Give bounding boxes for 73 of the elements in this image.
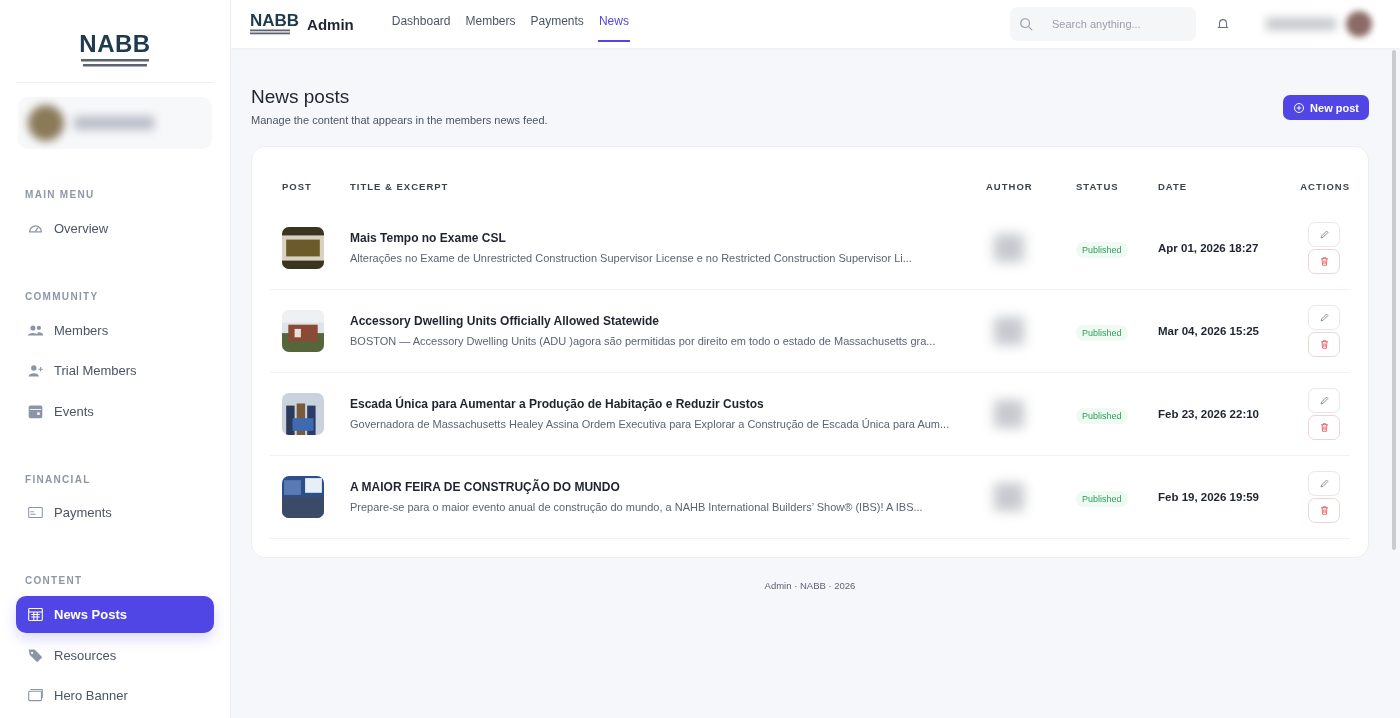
delete-button[interactable]: [1308, 415, 1340, 440]
sidebar-item[interactable]: Overview: [16, 210, 214, 247]
section-heading: CONTENT: [25, 575, 84, 587]
trash-icon: [1318, 505, 1330, 516]
logo-caption-drawing: [80, 58, 150, 68]
status-badge: Published: [1076, 325, 1128, 341]
search-field[interactable]: Search anything...: [1010, 7, 1196, 41]
post-date: Apr 01, 2026 18:27: [1158, 241, 1260, 256]
footer-text: Admin · NABB · 2026: [763, 580, 857, 591]
post-date: Feb 19, 2026 19:59: [1158, 490, 1260, 505]
column-header: TITLE & EXCERPT: [349, 179, 450, 194]
new-post-button[interactable]: New post: [1283, 95, 1369, 120]
nav-tab[interactable]: Payments: [529, 2, 585, 42]
search-icon: [1019, 17, 1033, 31]
post-date: Feb 23, 2026 22:10: [1158, 407, 1260, 422]
sidebar-item[interactable]: Payments: [16, 494, 214, 532]
delete-button[interactable]: [1308, 332, 1340, 357]
pencil-icon: [1318, 312, 1330, 323]
post-title: Accessory Dwelling Units Officially Allowed Statewide: [350, 313, 660, 328]
blurred-author: [994, 400, 1024, 428]
edit-button[interactable]: [1308, 471, 1340, 496]
app-name: Admin: [307, 15, 354, 33]
post-excerpt: Alterações no Exame de Unrestricted Construction Supervisor License e no Restricted Construction Supervisor Li...: [350, 250, 913, 266]
section-heading: FINANCIAL: [25, 473, 92, 485]
trash-icon: [1318, 256, 1330, 267]
sidebar-item[interactable]: Hero Banner: [16, 677, 214, 714]
post-excerpt: BOSTON — Accessory Dwelling Units (ADU )agora são permitidas por direito em todo o estado de Massachusetts gra...: [350, 333, 937, 349]
status-badge: Published: [1076, 491, 1128, 507]
post-title: Escada Única para Aumentar a Produção de Habitação e Reduzir Custos: [350, 396, 765, 411]
delete-button[interactable]: [1308, 498, 1340, 523]
trash-icon: [1318, 422, 1330, 433]
sidebar-item[interactable]: Resources: [16, 636, 214, 674]
blurred-author: [994, 234, 1024, 262]
logo: NABB: [79, 32, 151, 56]
edit-button[interactable]: [1308, 222, 1340, 247]
logo-caption-drawing: [250, 29, 290, 35]
column-header: POST: [281, 179, 313, 194]
page-subtitle: Manage the content that appears in the members news feed.: [251, 114, 548, 126]
column-header: STATUS: [1075, 179, 1120, 194]
column-header: DATE: [1157, 179, 1189, 194]
section-heading: MAIN MENU: [25, 189, 96, 201]
column-header: ACTIONS: [1299, 179, 1350, 194]
sidebar-item[interactable]: Members: [16, 311, 214, 349]
delete-button[interactable]: [1308, 249, 1340, 274]
plus-circle-icon: [1293, 101, 1306, 114]
section-heading: COMMUNITY: [25, 290, 100, 302]
sidebar-item[interactable]: News Posts: [16, 596, 214, 633]
blurred-author: [994, 317, 1024, 345]
edit-button[interactable]: [1308, 388, 1340, 413]
edit-button[interactable]: [1308, 305, 1340, 330]
blurred-avatar: [28, 105, 64, 142]
status-badge: Published: [1076, 242, 1128, 258]
pencil-icon: [1318, 395, 1330, 406]
nav-tab[interactable]: News: [597, 2, 630, 42]
post-date: Mar 04, 2026 15:25: [1158, 324, 1261, 339]
logo: NABB: [250, 13, 300, 29]
pencil-icon: [1318, 229, 1330, 240]
page-title: News posts: [251, 86, 351, 108]
blurred-author: [994, 483, 1024, 511]
post-excerpt: Prepare-se para o maior evento anual de construção do mundo, a NAHB International Builders’ Show® (IBS)! A IBS...: [350, 499, 924, 515]
pencil-icon: [1318, 478, 1330, 489]
nav-tab[interactable]: Members: [464, 2, 517, 42]
nav-tab[interactable]: Dashboard: [390, 2, 452, 42]
post-excerpt: Governadora de Massachusetts Healey Assina Ordem Executiva para Explorar a Construção de Escada Única para Aum...: [350, 416, 951, 432]
trash-icon: [1318, 339, 1330, 350]
status-badge: Published: [1076, 408, 1128, 424]
post-title: A MAIOR FEIRA DE CONSTRUÇÃO DO MUNDO: [350, 479, 621, 494]
sidebar-item[interactable]: Trial Members: [16, 352, 214, 390]
scrollbar[interactable]: [1392, 50, 1396, 550]
news-icon: [27, 606, 44, 624]
sidebar-item[interactable]: Events: [16, 393, 214, 430]
column-header: AUTHOR: [985, 179, 1034, 194]
post-title: Mais Tempo no Exame CSL: [350, 230, 507, 245]
